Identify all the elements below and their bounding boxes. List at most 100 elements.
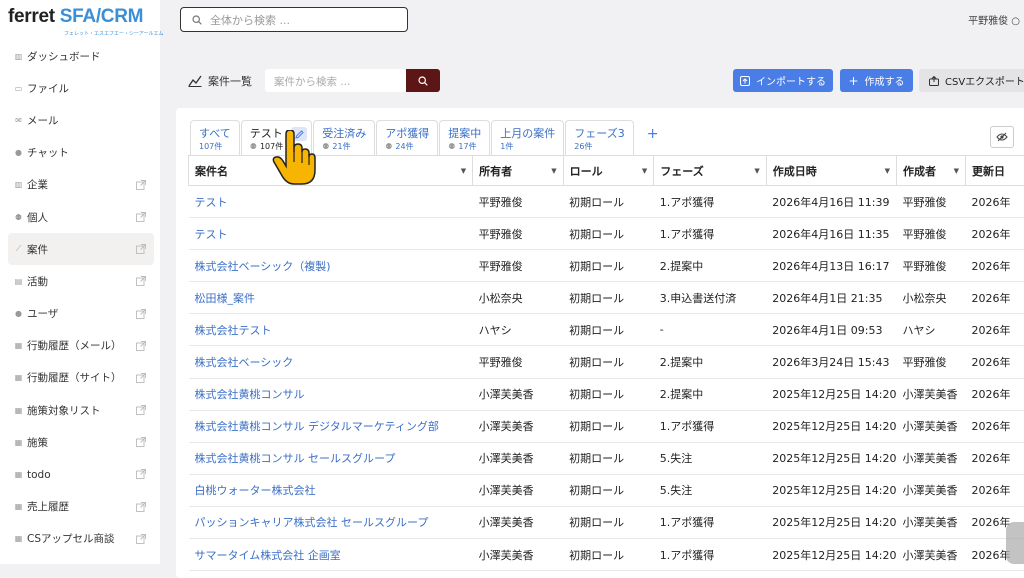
import-button[interactable]: インポートする (733, 69, 833, 92)
table-row[interactable]: 株式会社ベーシック（複製)平野雅俊初期ロール2.提案中2026年4月13日 16… (189, 250, 1024, 282)
deal-name-link[interactable]: 白桃ウォーター株式会社 (189, 474, 473, 506)
add-tab-button[interactable]: + (647, 126, 659, 155)
deal-search-input[interactable]: 案件から検索 ... (265, 69, 406, 92)
sidebar-item[interactable]: ✉メール (8, 104, 154, 136)
table-cell: 2026年 (966, 186, 1024, 218)
view-tab-count: ⚉17件 (448, 141, 481, 152)
deal-name-link[interactable]: テスト (189, 186, 473, 218)
sidebar-item[interactable]: ⟋案件 (8, 233, 154, 265)
sidebar-item[interactable]: ▦売上履歴 (8, 491, 154, 523)
sidebar-item[interactable]: ▭ファイル (8, 72, 154, 104)
view-tab[interactable]: アポ獲得⚉24件 (376, 120, 438, 155)
table-row[interactable]: 株式会社ベーシック平野雅俊初期ロール2.提案中2026年3月24日 15:43平… (189, 346, 1024, 378)
view-tab[interactable]: 提案中⚉17件 (439, 120, 490, 155)
open-new-window-icon[interactable] (136, 469, 146, 479)
table-row[interactable]: 株式会社黄桃コンサル セールスグループ小澤芙美香初期ロール5.失注2025年12… (189, 442, 1024, 474)
sidebar-item-label: ユーザ (27, 306, 58, 321)
chevron-down-icon[interactable]: ▼ (954, 167, 959, 175)
table-cell: 初期ロール (563, 506, 654, 538)
sidebar-item[interactable]: ▦行動履歴（サイト） (8, 362, 154, 394)
view-tab-count-text: 26件 (574, 141, 592, 152)
deal-name-link[interactable]: 株式会社ベーシック (189, 346, 473, 378)
create-button[interactable]: + 作成する (840, 69, 913, 92)
table-row[interactable]: 松田様_案件小松奈央初期ロール3.申込書送付済2026年4月1日 21:35小松… (189, 282, 1024, 314)
table-cell: 2026年4月16日 11:35 (766, 218, 896, 250)
people-icon: ⚉ (250, 142, 257, 151)
sidebar-item[interactable]: ▦施策 (8, 426, 154, 458)
table-row[interactable]: 株式会社黄桃コンサル デジタルマーケティング部小澤芙美香初期ロール1.アポ獲得2… (189, 410, 1024, 442)
view-tab-count-text: 24件 (395, 141, 413, 152)
open-new-window-icon[interactable] (136, 244, 146, 254)
sidebar-item[interactable]: ▦施策対象リスト (8, 394, 154, 426)
user-menu[interactable]: 平野雅俊 ○ (968, 12, 1020, 27)
deal-name-link[interactable]: 株式会社黄桃コンサル セールスグループ (189, 442, 473, 474)
table-row[interactable]: 株式会社黄桃コンサル小澤芙美香初期ロール2.提案中2025年12月25日 14:… (189, 378, 1024, 410)
deal-name-link[interactable]: 株式会社テスト (189, 314, 473, 346)
table-cell: 2026年4月13日 16:17 (766, 250, 896, 282)
chevron-down-icon[interactable]: ▼ (885, 167, 890, 175)
column-header[interactable]: 案件名▼ (189, 156, 473, 186)
chevron-down-icon[interactable]: ▼ (551, 167, 556, 175)
chevron-down-icon[interactable]: ▼ (642, 167, 647, 175)
view-tab[interactable]: 受注済み⚉21件 (313, 120, 375, 155)
chevron-down-icon[interactable]: ▼ (754, 167, 759, 175)
sidebar-item[interactable]: ▦todo (8, 458, 154, 490)
column-header[interactable]: 作成者▼ (896, 156, 965, 186)
deal-name-link[interactable]: テスト (189, 218, 473, 250)
sidebar-item[interactable]: ▥企業 (8, 169, 154, 201)
open-new-window-icon[interactable] (136, 534, 146, 544)
sidebar-item[interactable]: ▥ダッシュボード (8, 40, 154, 72)
deal-name-link[interactable]: 株式会社ベーシック（複製) (189, 250, 473, 282)
column-header[interactable]: 所有者▼ (473, 156, 564, 186)
open-new-window-icon[interactable] (136, 502, 146, 512)
deal-name-link[interactable]: サマータイム株式会社 企画室 (189, 539, 473, 571)
deal-name-link[interactable]: 株式会社黄桃コンサル デジタルマーケティング部 (189, 410, 473, 442)
sidebar-item[interactable]: ●チャット (8, 137, 154, 169)
column-header[interactable]: 更新日 (966, 156, 1024, 186)
open-new-window-icon[interactable] (136, 341, 146, 351)
view-tab-label: 上月の案件 (500, 125, 555, 141)
open-new-window-icon[interactable] (136, 405, 146, 415)
app-logo[interactable]: ferret SFA/CRM フェレット・エスエフエー・シーアールエム (8, 6, 158, 36)
column-header[interactable]: 作成日時▼ (766, 156, 896, 186)
scrollbar[interactable] (1006, 522, 1024, 564)
open-new-window-icon[interactable] (136, 309, 146, 319)
view-tab[interactable]: すべて107件 (190, 120, 240, 155)
hide-columns-button[interactable] (990, 126, 1014, 148)
page-title: 案件一覧 (188, 73, 252, 89)
column-header[interactable]: フェーズ▼ (654, 156, 767, 186)
deal-search-button[interactable] (406, 69, 440, 92)
view-tab[interactable]: フェーズ326件 (565, 120, 633, 155)
table-row[interactable]: テスト平野雅俊初期ロール1.アポ獲得2026年4月16日 11:35平野雅俊20… (189, 218, 1024, 250)
view-tab[interactable]: 上月の案件1件 (491, 120, 564, 155)
global-search-input[interactable]: 全体から検索 ... (180, 7, 408, 32)
chevron-down-icon[interactable]: ▼ (461, 167, 466, 175)
column-header[interactable]: ロール▼ (563, 156, 654, 186)
deal-name-link[interactable]: 株式会社黄桃コンサル (189, 378, 473, 410)
table-row[interactable]: テスト平野雅俊初期ロール1.アポ獲得2026年4月16日 11:39平野雅俊20… (189, 186, 1024, 218)
table-row[interactable]: サマータイム株式会社 企画室小澤芙美香初期ロール1.アポ獲得2025年12月25… (189, 539, 1024, 571)
open-new-window-icon[interactable] (136, 180, 146, 190)
open-new-window-icon[interactable] (136, 373, 146, 383)
deal-name-link[interactable]: パッションキャリア株式会社 セールスグループ (189, 506, 473, 538)
table-body: テスト平野雅俊初期ロール1.アポ獲得2026年4月16日 11:39平野雅俊20… (189, 186, 1024, 571)
sidebar-item[interactable]: ▤活動 (8, 265, 154, 297)
upload-icon (740, 76, 750, 86)
deal-name-link[interactable]: 松田様_案件 (189, 282, 473, 314)
table-cell: 小松奈央 (896, 282, 965, 314)
view-tab-label: フェーズ3 (574, 125, 624, 141)
sidebar-item[interactable]: ⚉個人 (8, 201, 154, 233)
view-tab-label: アポ獲得 (385, 125, 429, 141)
table-row[interactable]: パッションキャリア株式会社 セールスグループ小澤芙美香初期ロール1.アポ獲得20… (189, 506, 1024, 538)
open-new-window-icon[interactable] (136, 437, 146, 447)
sidebar-item[interactable]: ●ユーザ (8, 298, 154, 330)
people-icon: ⚉ (448, 142, 455, 151)
sidebar-item[interactable]: ▦行動履歴（メール） (8, 330, 154, 362)
sidebar-item[interactable]: ▦CSアップセル商談 (8, 523, 154, 555)
open-new-window-icon[interactable] (136, 276, 146, 286)
open-new-window-icon[interactable] (136, 212, 146, 222)
table-row[interactable]: 株式会社テストハヤシ初期ロール-2026年4月1日 09:53ハヤシ2026年 (189, 314, 1024, 346)
table-row[interactable]: 白桃ウォーター株式会社小澤芙美香初期ロール5.失注2025年12月25日 14:… (189, 474, 1024, 506)
table-cell: 小澤芙美香 (896, 442, 965, 474)
csv-export-button[interactable]: CSVエクスポート (919, 69, 1024, 92)
